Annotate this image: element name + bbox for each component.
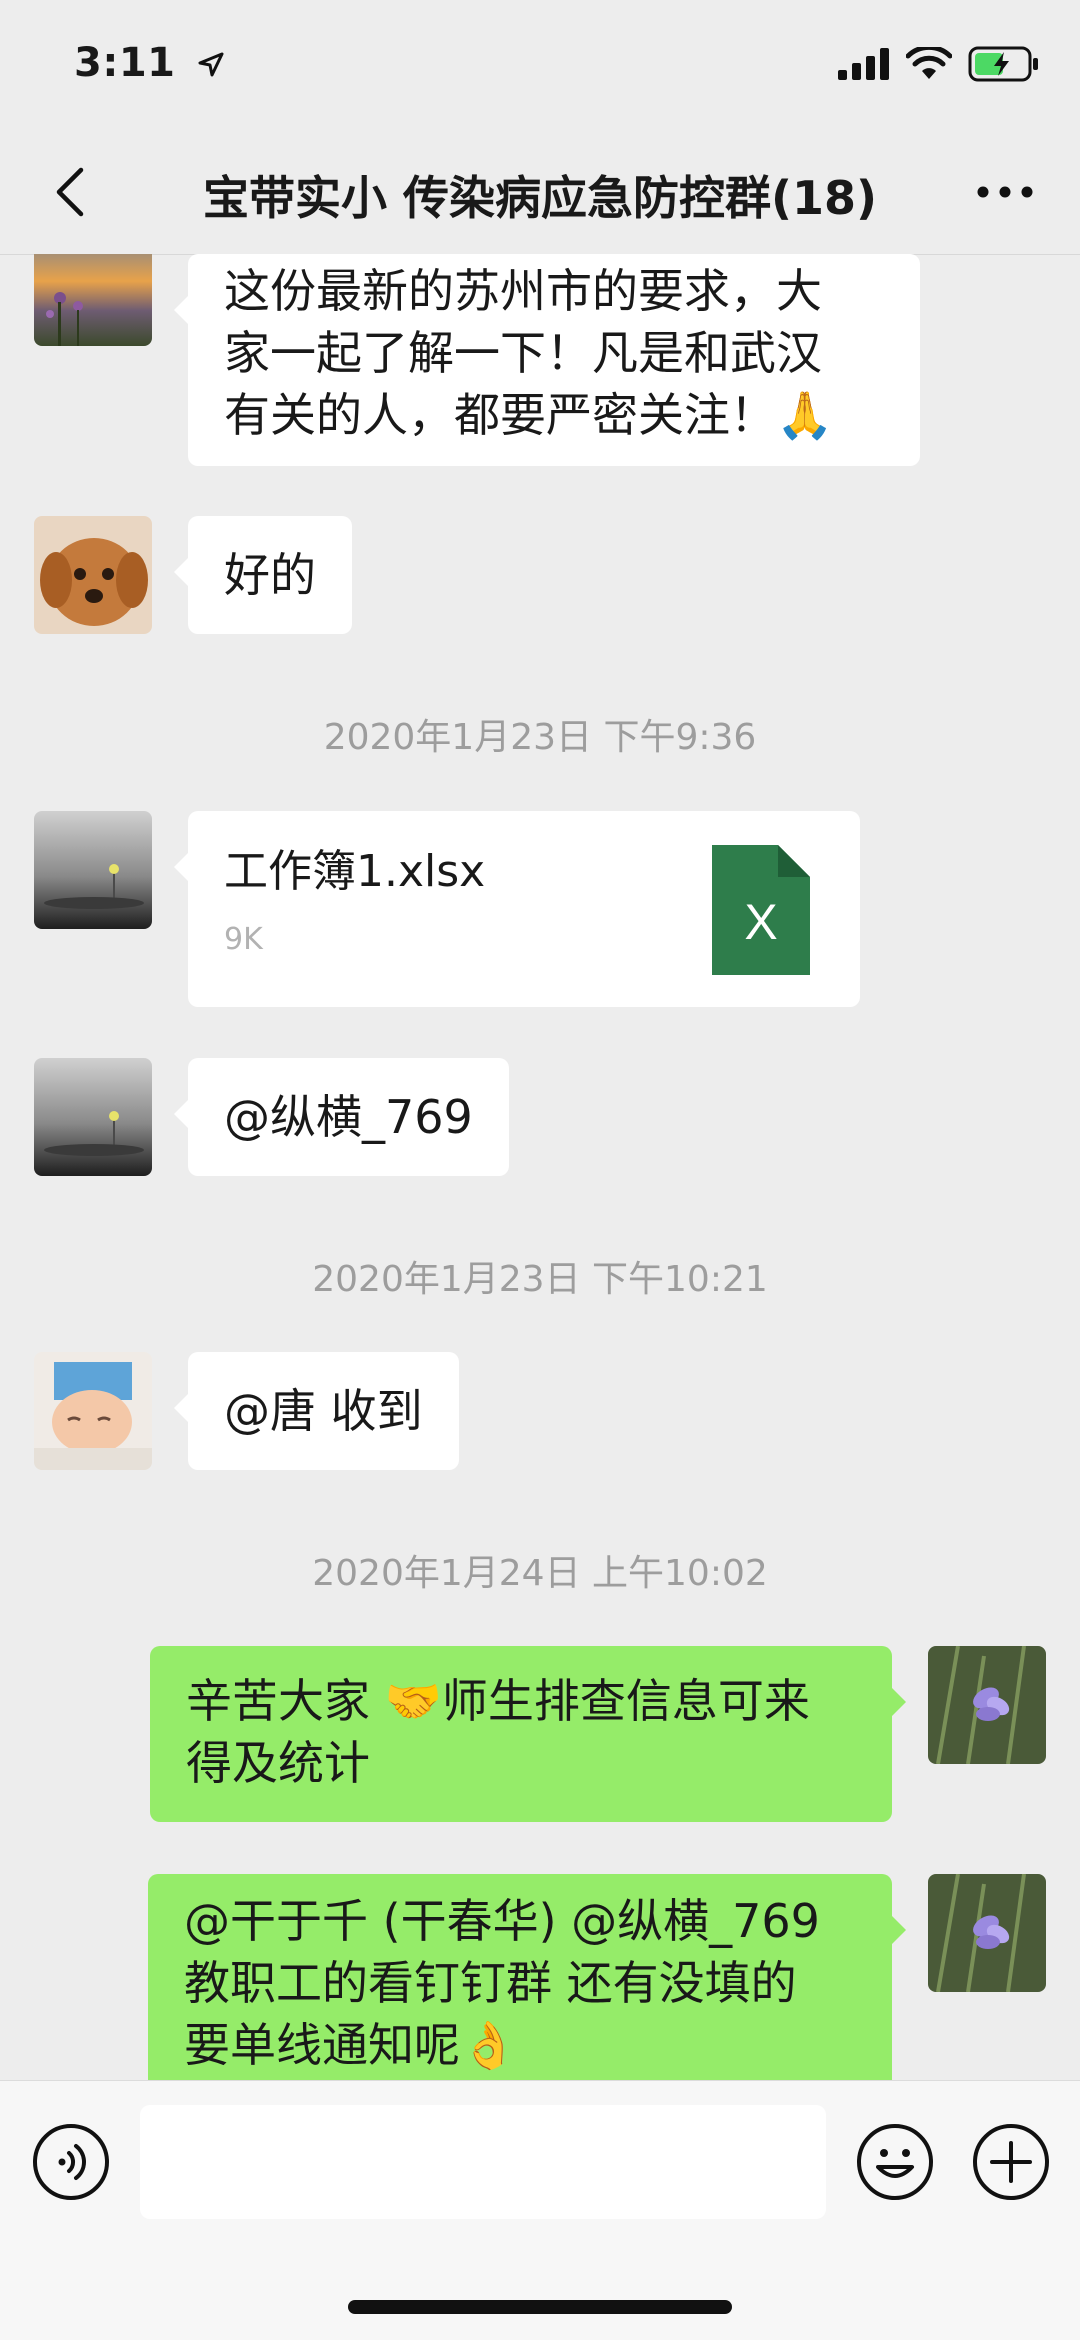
battery-icon bbox=[968, 46, 1038, 82]
timestamp: 2020年1月23日 下午10:21 bbox=[312, 1259, 768, 1300]
message-line: 这份最新的苏州市的要求，大 bbox=[224, 264, 822, 318]
home-indicator bbox=[348, 2300, 732, 2314]
chat-title: 宝带实小 传染病应急防控群(18) bbox=[202, 171, 878, 225]
message-line: 要单线通知呢👌 bbox=[184, 2018, 518, 2072]
message-line: 教职工的看钉钉群 还有没填的 bbox=[184, 1956, 797, 2010]
message-text: @纵横_769 bbox=[224, 1090, 473, 1144]
message-bubble[interactable]: 好的 bbox=[174, 516, 352, 634]
avatar[interactable] bbox=[34, 516, 152, 634]
message-text: @唐 收到 bbox=[224, 1384, 423, 1438]
avatar[interactable] bbox=[34, 811, 152, 929]
nav-bar: 宝带实小 传染病应急防控群(18) bbox=[0, 130, 1080, 255]
message-line: @干于千 (干春华) @纵横_769 bbox=[184, 1894, 820, 1948]
iris-avatar-image bbox=[928, 1874, 1046, 1992]
flower-droplets-avatar-image bbox=[34, 811, 152, 929]
my-avatar[interactable] bbox=[928, 1874, 1046, 1992]
message-bubble[interactable]: @唐 收到 bbox=[174, 1352, 459, 1470]
add-icon bbox=[973, 2124, 1049, 2200]
message-line: 辛苦大家 🤝师生排查信息可来 bbox=[186, 1674, 810, 1728]
baby-avatar-image bbox=[34, 1352, 152, 1470]
more-dots-icon bbox=[977, 186, 1033, 198]
emoji-icon bbox=[857, 2124, 933, 2200]
excel-file-icon: X bbox=[712, 845, 810, 975]
message-bubble[interactable]: @纵横_769 bbox=[174, 1058, 509, 1176]
status-bar: 3:11 bbox=[0, 0, 1080, 130]
my-avatar[interactable] bbox=[928, 1646, 1046, 1764]
voice-button[interactable] bbox=[32, 2123, 110, 2205]
location-arrow-icon bbox=[198, 52, 224, 77]
wifi-icon bbox=[906, 47, 952, 79]
message-bubble[interactable]: 这份最新的苏州市的要求，大 家一起了解一下！凡是和武汉 有关的人，都要严密关注！… bbox=[174, 254, 920, 466]
more-button[interactable] bbox=[970, 170, 1040, 214]
status-icons bbox=[838, 46, 1040, 82]
message-input[interactable] bbox=[140, 2105, 826, 2219]
status-time: 3:11 bbox=[74, 40, 226, 86]
file-size: 9K bbox=[224, 922, 263, 957]
avatar[interactable] bbox=[34, 1058, 152, 1176]
puppy-avatar-image bbox=[34, 516, 152, 634]
message-line: 有关的人，都要严密关注！🙏 bbox=[224, 388, 834, 442]
status-time-text: 3:11 bbox=[74, 40, 176, 86]
outgoing-message-bubble[interactable]: 辛苦大家 🤝师生排查信息可来 得及统计 bbox=[150, 1646, 906, 1822]
flower-droplets-avatar-image bbox=[34, 1058, 152, 1176]
excel-letter: X bbox=[744, 894, 777, 950]
message-line: 家一起了解一下！凡是和武汉 bbox=[224, 326, 822, 380]
timestamp: 2020年1月23日 下午9:36 bbox=[323, 717, 757, 758]
message-line: 得及统计 bbox=[186, 1736, 370, 1790]
emoji-button[interactable] bbox=[856, 2123, 934, 2205]
timestamp: 2020年1月24日 上午10:02 bbox=[312, 1553, 768, 1594]
iris-avatar-image bbox=[928, 1646, 1046, 1764]
add-button[interactable] bbox=[972, 2123, 1050, 2205]
message-text: 好的 bbox=[224, 548, 316, 602]
voice-icon bbox=[33, 2124, 109, 2200]
signal-icon bbox=[838, 48, 889, 80]
file-message-bubble[interactable]: 工作簿1.xlsx 9K X bbox=[174, 811, 860, 1007]
file-name: 工作簿1.xlsx bbox=[224, 846, 486, 897]
outgoing-message-bubble[interactable]: @干于千 (干春华) @纵横_769 教职工的看钉钉群 还有没填的 要单线通知呢… bbox=[148, 1874, 906, 2114]
avatar[interactable] bbox=[34, 1352, 152, 1470]
